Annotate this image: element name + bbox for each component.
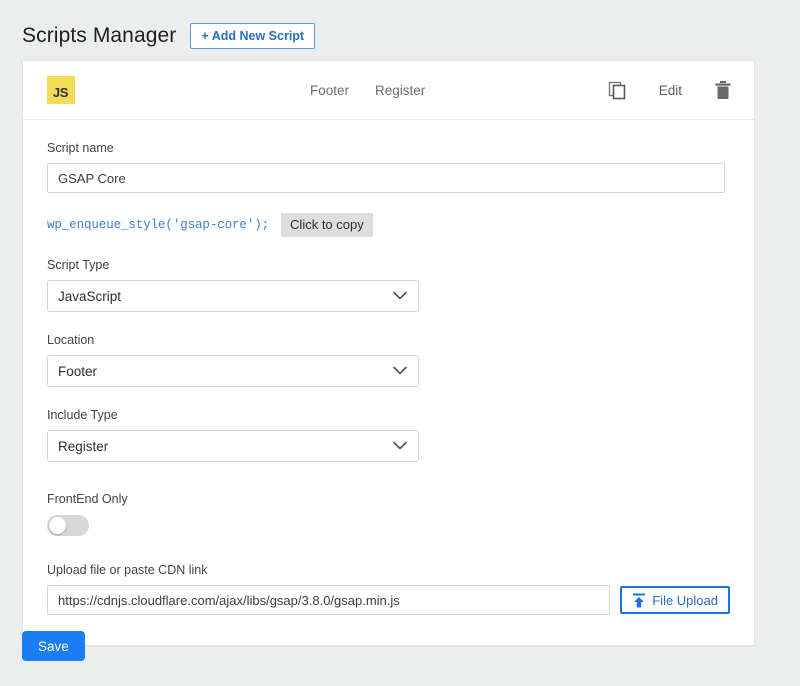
javascript-badge-label: JS — [52, 85, 69, 100]
trash-icon[interactable] — [714, 80, 732, 100]
toggle-knob — [49, 517, 66, 534]
file-upload-label: File Upload — [652, 592, 718, 608]
location-field: Location Footer — [47, 332, 730, 387]
enqueue-snippet-row: wp_enqueue_style('gsap-core'); Click to … — [47, 213, 730, 237]
frontend-only-field: FrontEnd Only — [47, 491, 730, 536]
script-type-select[interactable]: JavaScript — [47, 280, 419, 312]
script-name-label: Script name — [47, 141, 114, 155]
upload-label: Upload file or paste CDN link — [47, 563, 208, 577]
include-type-label: Include Type — [47, 408, 118, 422]
location-label: Location — [47, 333, 95, 347]
click-to-copy-button[interactable]: Click to copy — [281, 213, 373, 237]
include-type-field: Include Type Register — [47, 407, 730, 462]
add-new-script-button[interactable]: + Add New Script — [190, 23, 316, 49]
enqueue-code-text[interactable]: wp_enqueue_style('gsap-core'); — [47, 218, 269, 232]
upload-row: File Upload — [47, 585, 730, 615]
frontend-only-label: FrontEnd Only — [47, 492, 128, 506]
upload-field: Upload file or paste CDN link File Uploa… — [47, 562, 730, 615]
cdn-link-input[interactable] — [47, 585, 611, 615]
save-button[interactable]: Save — [22, 631, 85, 661]
script-name-input[interactable] — [47, 163, 725, 193]
location-select[interactable]: Footer — [47, 355, 419, 387]
script-type-field: Script Type JavaScript — [47, 257, 730, 312]
script-location-summary: Footer — [310, 82, 350, 98]
upload-icon — [633, 593, 646, 607]
javascript-badge-icon: JS — [47, 76, 75, 104]
script-card-actions: Edit — [607, 80, 732, 100]
script-include-summary: Register — [375, 82, 426, 98]
page-header: Scripts Manager + Add New Script — [0, 0, 800, 56]
script-card-header: JS Footer Register Edit — [23, 61, 754, 120]
script-type-label: Script Type — [47, 258, 110, 272]
page-title: Scripts Manager — [22, 24, 177, 47]
frontend-only-toggle[interactable] — [47, 515, 89, 536]
duplicate-icon[interactable] — [607, 80, 627, 100]
edit-button[interactable]: Edit — [659, 83, 682, 98]
script-card-body: Script name wp_enqueue_style('gsap-core'… — [23, 120, 754, 645]
file-upload-button[interactable]: File Upload — [620, 586, 730, 614]
script-name-field: Script name — [47, 140, 730, 193]
script-type-value[interactable]: JavaScript — [47, 280, 419, 312]
script-card-meta: Footer Register — [310, 83, 425, 98]
location-value[interactable]: Footer — [47, 355, 419, 387]
script-card: JS Footer Register Edit Script name GSAP… — [22, 60, 755, 646]
include-type-select[interactable]: Register — [47, 430, 419, 462]
include-type-value[interactable]: Register — [47, 430, 419, 462]
